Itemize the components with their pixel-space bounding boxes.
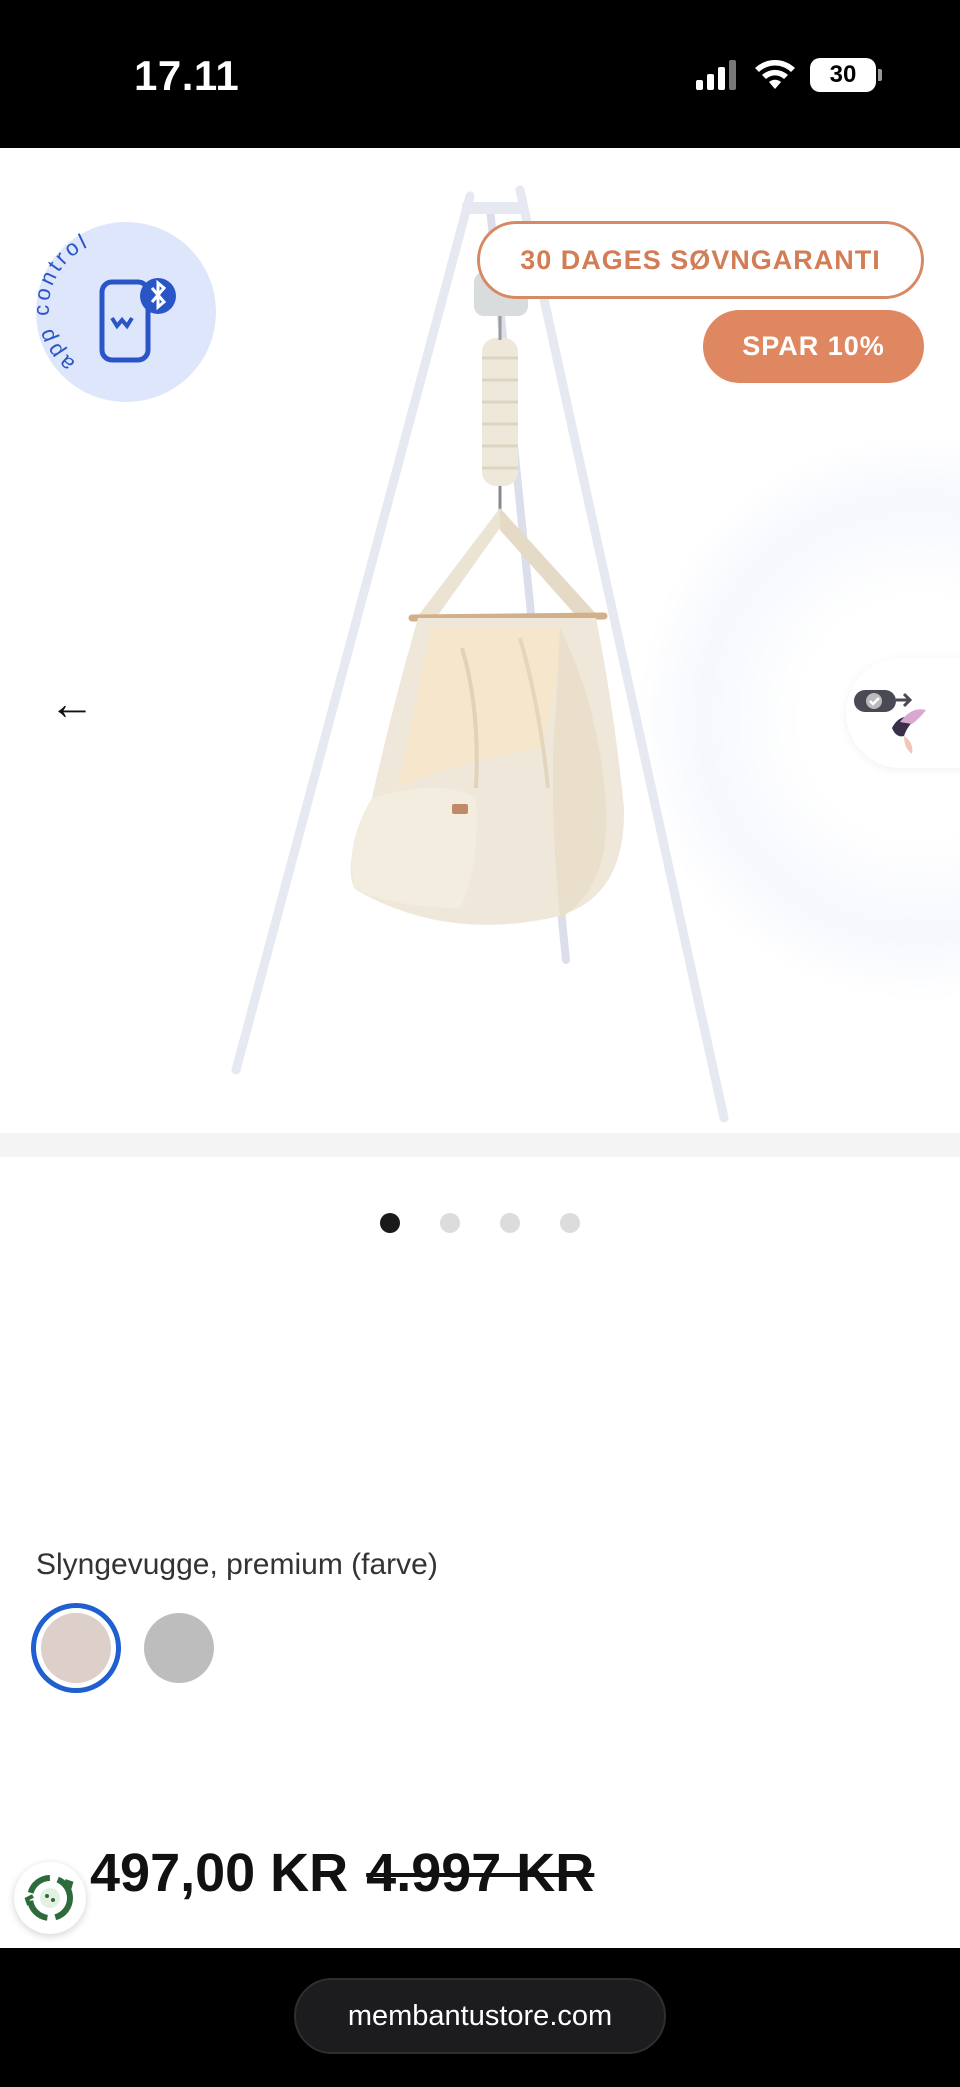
bird-icon [854, 690, 926, 754]
current-price: 497,00 KR [90, 1843, 349, 1903]
gallery-pagination [0, 1213, 960, 1233]
arrow-left-icon: ← [49, 677, 95, 729]
guarantee-badge: 30 DAGES SØVNGARANTI [477, 221, 924, 299]
app-control-badge: app control [29, 222, 216, 402]
product-gallery[interactable]: app control 30 DAGES SØVNGARANTI SPAR 10… [0, 148, 960, 1133]
original-price: 4.997 KR [366, 1843, 595, 1903]
app-control-label: app control [29, 228, 90, 377]
recycle-icon [24, 1875, 74, 1921]
color-swatch-grey[interactable] [144, 1613, 214, 1683]
floating-widget-button[interactable] [846, 658, 960, 768]
wifi-icon [755, 60, 795, 89]
gallery-prev-button[interactable]: ← [40, 677, 104, 729]
battery-level: 30 [829, 61, 857, 88]
app-control-graphic: app control [29, 228, 176, 377]
discount-badge: SPAR 10% [703, 310, 924, 383]
status-icons: 30 [696, 58, 882, 92]
color-swatch-natural[interactable] [41, 1613, 111, 1683]
url-bar[interactable]: membantustore.com [294, 1978, 666, 2054]
pagination-dot-3[interactable] [500, 1213, 520, 1233]
svg-text:app control: app control [36, 228, 93, 377]
price-row: 497,00 KR 4.997 KR [90, 1842, 594, 1904]
battery-icon: 30 [810, 58, 882, 92]
recycle-widget-button[interactable] [14, 1862, 86, 1934]
variant-label: Slyngevugge, premium (farve) [36, 1548, 438, 1581]
pagination-dot-4[interactable] [560, 1213, 580, 1233]
pagination-dot-1[interactable] [380, 1213, 400, 1233]
gallery-divider [0, 1133, 960, 1157]
pagination-dot-2[interactable] [440, 1213, 460, 1233]
browser-bottom-bar: membantustore.com [0, 1948, 960, 2087]
status-time: 17.11 [134, 52, 240, 99]
status-bar: 17.11 30 [0, 0, 960, 148]
cellular-signal-icon [696, 60, 736, 90]
